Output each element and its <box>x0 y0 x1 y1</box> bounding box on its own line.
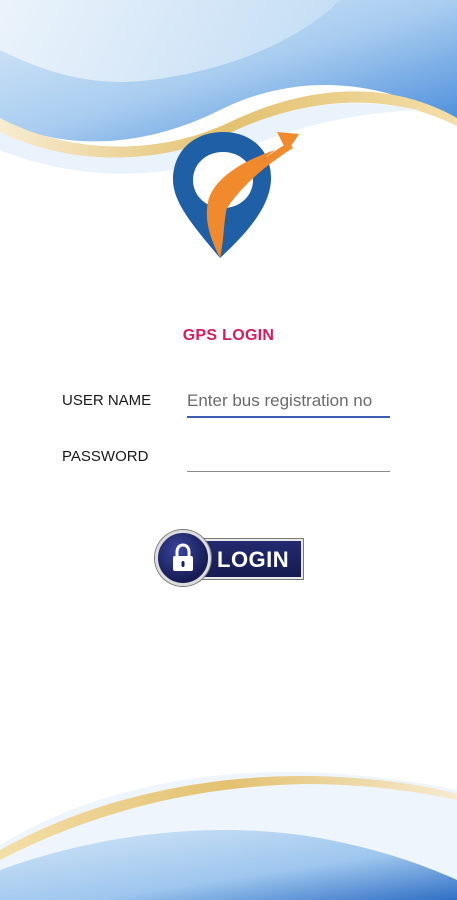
login-button[interactable]: LOGIN <box>155 530 303 586</box>
username-label: USER NAME <box>62 392 152 409</box>
password-label: PASSWORD <box>62 448 149 465</box>
username-input[interactable] <box>187 386 390 418</box>
page-title: GPS LOGIN <box>182 327 275 344</box>
password-input[interactable] <box>187 441 390 472</box>
lock-icon <box>173 543 193 571</box>
login-button-label: LOGIN <box>217 547 290 572</box>
bottom-wave-decoration <box>0 771 457 900</box>
location-pin-arrow-logo <box>173 132 299 258</box>
lock-badge <box>155 530 211 586</box>
